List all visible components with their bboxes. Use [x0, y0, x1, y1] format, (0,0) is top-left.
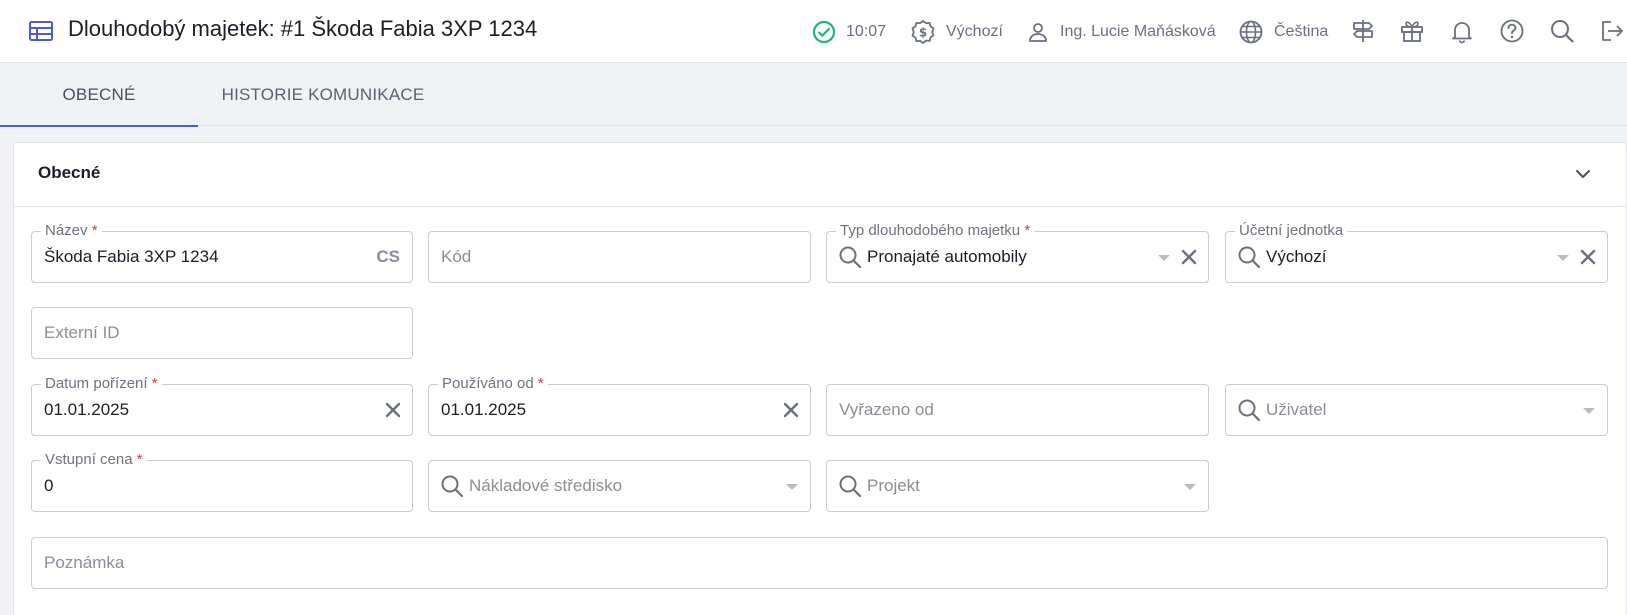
- typ-majetku-value: Pronajaté automobily: [867, 247, 1027, 266]
- bell-icon[interactable]: [1449, 18, 1475, 44]
- gift-icon[interactable]: [1399, 18, 1425, 44]
- table-icon: [29, 21, 53, 41]
- nakladove-stredisko-placeholder: Nákladové středisko: [469, 476, 623, 495]
- signpost-icon[interactable]: [1350, 18, 1376, 44]
- nakladove-stredisko-select[interactable]: Nákladové středisko: [428, 460, 811, 512]
- section-header[interactable]: Obecné: [14, 143, 1626, 207]
- dropdown-caret-icon[interactable]: [1158, 255, 1170, 261]
- globe-icon: [1239, 20, 1263, 43]
- chevron-down-icon[interactable]: [1572, 163, 1594, 185]
- tab-historie-komunikace[interactable]: HISTORIE KOMUNIKACE: [198, 64, 448, 126]
- clock-time: 10:07: [846, 22, 887, 40]
- datum-porizeni-field[interactable]: Datum pořízení * 01.01.2025: [31, 374, 413, 436]
- projekt-select[interactable]: Projekt: [826, 460, 1209, 512]
- currency-profile-selector[interactable]: $ Výchozí: [910, 0, 1003, 63]
- vstupni-cena-value: 0: [44, 476, 54, 495]
- nazev-field[interactable]: Název * Škoda Fabia 3XP 1234 CS: [31, 221, 413, 283]
- search-icon: [839, 475, 862, 498]
- ucetni-jednotka-select[interactable]: Účetní jednotka Výchozí: [1225, 221, 1608, 283]
- uzivatel-select[interactable]: Uživatel: [1225, 384, 1608, 436]
- clear-icon[interactable]: [1579, 248, 1597, 266]
- vstupni-cena-label: Vstupní cena *: [41, 450, 147, 470]
- search-icon[interactable]: [1549, 18, 1575, 44]
- dropdown-caret-icon[interactable]: [786, 484, 798, 490]
- poznamka-placeholder: Poznámka: [44, 553, 125, 572]
- externi-id-field[interactable]: Externí ID: [31, 307, 413, 359]
- kod-field[interactable]: Kód: [428, 231, 811, 283]
- projekt-placeholder: Projekt: [867, 476, 920, 495]
- help-icon[interactable]: [1499, 18, 1525, 44]
- pouzivano-od-value: 01.01.2025: [441, 400, 527, 419]
- poznamka-field[interactable]: Poznámka: [31, 537, 1608, 589]
- kod-placeholder: Kód: [441, 247, 472, 266]
- ucetni-jednotka-value: Výchozí: [1266, 247, 1327, 266]
- check-circle-icon: [812, 20, 836, 43]
- clear-icon[interactable]: [782, 401, 800, 419]
- nazev-value: Škoda Fabia 3XP 1234: [44, 247, 219, 266]
- sync-status[interactable]: 10:07: [812, 0, 886, 63]
- section-title: Obecné: [38, 163, 101, 182]
- search-icon: [839, 246, 862, 269]
- user-icon: [1029, 22, 1047, 42]
- logout-icon[interactable]: [1598, 18, 1624, 44]
- vyrazeno-od-placeholder: Vyřazeno od: [839, 400, 934, 419]
- translation-language-button[interactable]: CS: [376, 232, 400, 282]
- search-icon: [1238, 246, 1261, 269]
- money-badge-icon: $: [911, 19, 935, 44]
- language-label: Čeština: [1274, 22, 1329, 40]
- search-icon: [441, 475, 464, 498]
- language-selector[interactable]: Čeština: [1238, 0, 1328, 63]
- currency-profile-label: Výchozí: [946, 22, 1003, 40]
- pouzivano-od-field[interactable]: Používáno od * 01.01.2025: [428, 374, 811, 436]
- datum-porizeni-value: 01.01.2025: [44, 400, 130, 419]
- tab-bar: OBECNÉ HISTORIE KOMUNIKACE: [0, 64, 1627, 127]
- dropdown-caret-icon[interactable]: [1557, 255, 1569, 261]
- clear-icon[interactable]: [384, 401, 402, 419]
- typ-majetku-select[interactable]: Typ dlouhodobého majetku * Pronajaté aut…: [826, 221, 1209, 283]
- user-menu[interactable]: Ing. Lucie Maňásková: [1026, 0, 1216, 63]
- tab-obecne[interactable]: OBECNÉ: [0, 64, 198, 127]
- externi-id-placeholder: Externí ID: [44, 323, 120, 342]
- uzivatel-placeholder: Uživatel: [1266, 400, 1327, 419]
- top-bar: Dlouhodobý majetek: #1 Škoda Fabia 3XP 1…: [0, 0, 1627, 63]
- vyrazeno-od-field[interactable]: Vyřazeno od: [826, 384, 1209, 436]
- clear-icon[interactable]: [1180, 248, 1198, 266]
- dropdown-caret-icon[interactable]: [1184, 484, 1196, 490]
- user-name: Ing. Lucie Maňásková: [1060, 22, 1216, 40]
- dropdown-caret-icon[interactable]: [1583, 408, 1595, 414]
- vstupni-cena-field[interactable]: Vstupní cena * 0: [31, 450, 413, 512]
- page-title: Dlouhodobý majetek: #1 Škoda Fabia 3XP 1…: [68, 16, 538, 41]
- svg-text:$: $: [919, 25, 927, 39]
- search-icon: [1238, 399, 1261, 422]
